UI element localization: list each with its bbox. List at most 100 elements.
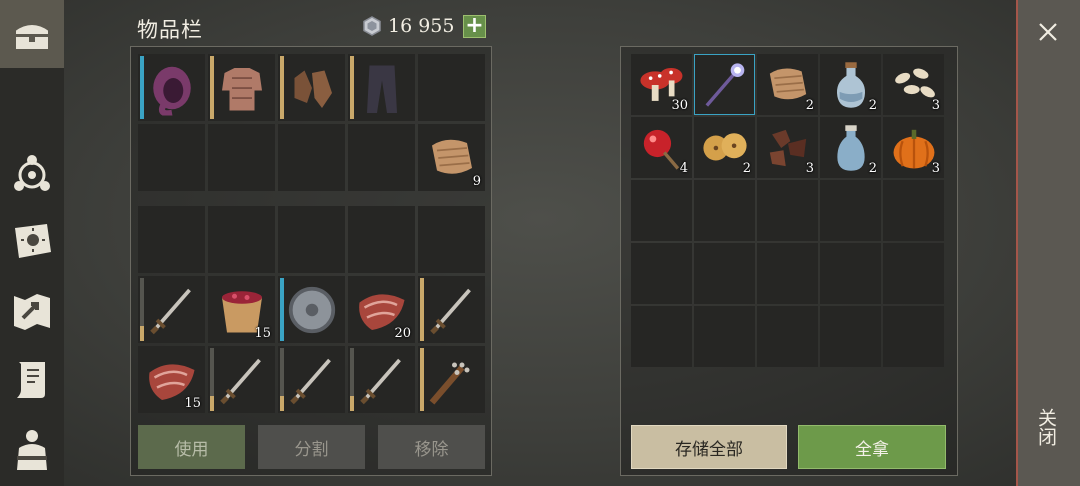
item-count: 3 (931, 98, 940, 113)
backpack-grid: 15 20 15 (138, 206, 485, 413)
inventory-slot[interactable] (883, 306, 944, 367)
inventory-slot[interactable] (694, 306, 755, 367)
close-label[interactable]: 关闭 (1035, 408, 1060, 446)
item-count: 15 (184, 396, 201, 411)
durability-bar (280, 278, 284, 341)
item-count: 9 (472, 174, 481, 189)
inventory-slot[interactable]: 4 (631, 117, 692, 178)
inventory-slot[interactable] (631, 306, 692, 367)
inventory-slot[interactable] (208, 124, 275, 191)
inventory-slot[interactable]: 15 (208, 276, 275, 343)
inventory-slot[interactable] (418, 346, 485, 413)
durability-bar (350, 56, 354, 119)
inventory-slot[interactable] (883, 180, 944, 241)
durability-bar (280, 56, 284, 119)
inventory-slot[interactable] (820, 306, 881, 367)
round-shield-icon (288, 286, 335, 333)
remove-button[interactable]: 移除 (378, 425, 485, 469)
item-count: 3 (931, 161, 940, 176)
item-count: 20 (394, 326, 411, 341)
page-title: 物品栏 (137, 18, 203, 42)
item-count: 2 (868, 98, 877, 113)
inventory-slot[interactable] (348, 346, 415, 413)
inventory-slot[interactable]: 2 (820, 117, 881, 178)
item-count: 2 (868, 161, 877, 176)
inventory-slot[interactable] (278, 124, 345, 191)
inventory-slot[interactable] (631, 180, 692, 241)
use-button[interactable]: 使用 (138, 425, 245, 469)
inventory-slot[interactable] (820, 243, 881, 304)
sidebar-item-map[interactable] (0, 280, 64, 342)
inventory-slot[interactable] (348, 54, 415, 121)
durability-bar (140, 56, 144, 119)
hood-icon (152, 66, 191, 115)
inventory-slot[interactable]: 3 (883, 54, 944, 115)
sword-icon (149, 288, 191, 334)
inventory-slot[interactable] (348, 206, 415, 273)
inventory-slot[interactable] (418, 276, 485, 343)
inventory-slot[interactable] (208, 206, 275, 273)
sidebar-item-character-equip[interactable] (0, 418, 64, 480)
item-count: 2 (742, 161, 751, 176)
inventory-slot[interactable] (757, 180, 818, 241)
inventory-slot[interactable] (278, 346, 345, 413)
inventory-slot[interactable] (208, 346, 275, 413)
durability-bar (210, 56, 214, 119)
inventory-slot[interactable]: 2 (694, 117, 755, 178)
sword-icon (289, 358, 331, 404)
sword-icon (359, 358, 401, 404)
inventory-slot[interactable] (138, 54, 205, 121)
equipment-grid: 9 (138, 54, 485, 191)
durability-bar (420, 348, 424, 411)
store-all-button[interactable]: 存储全部 (631, 425, 787, 469)
map-icon (14, 294, 50, 330)
durability-bar (140, 326, 144, 341)
inventory-slot[interactable] (138, 276, 205, 343)
sidebar-item-quests[interactable] (0, 348, 64, 410)
sidebar (0, 0, 64, 486)
inventory-slot[interactable]: 20 (348, 276, 415, 343)
inventory-slot[interactable] (418, 206, 485, 273)
inventory-slot[interactable] (208, 54, 275, 121)
sidebar-item-crafting[interactable] (0, 210, 64, 272)
inventory-slot[interactable]: 2 (757, 54, 818, 115)
inventory-slot[interactable] (278, 276, 345, 343)
inventory-slot[interactable] (348, 124, 415, 191)
inventory-slot[interactable]: 3 (883, 117, 944, 178)
sword-icon (219, 358, 261, 404)
inventory-slot[interactable] (757, 243, 818, 304)
inventory-slot[interactable] (694, 54, 755, 115)
inventory-slot[interactable] (138, 206, 205, 273)
close-icon[interactable] (1036, 20, 1060, 44)
durability-bar (210, 396, 214, 411)
inventory-slot[interactable] (694, 243, 755, 304)
inventory-slot[interactable] (278, 54, 345, 121)
inventory-slot[interactable]: 30 (631, 54, 692, 115)
inventory-slot[interactable] (418, 54, 485, 121)
inventory-slot[interactable] (138, 124, 205, 191)
inventory-slot[interactable] (631, 243, 692, 304)
item-count: 2 (805, 98, 814, 113)
inventory-slot[interactable] (757, 306, 818, 367)
inventory-slot[interactable] (820, 180, 881, 241)
currency-amount: 16 955 (388, 15, 455, 37)
sidebar-item-chest[interactable] (0, 4, 64, 66)
take-all-button[interactable]: 全拿 (798, 425, 946, 469)
gem-icon (363, 16, 381, 36)
durability-bar (280, 396, 284, 411)
inventory-slot[interactable] (278, 206, 345, 273)
spiked-club-icon (429, 362, 469, 405)
item-count: 3 (805, 161, 814, 176)
inventory-slot[interactable]: 2 (820, 54, 881, 115)
inventory-slot[interactable]: 15 (138, 346, 205, 413)
inventory-slot[interactable] (883, 243, 944, 304)
split-button[interactable]: 分割 (258, 425, 365, 469)
inventory-slot[interactable]: 9 (418, 124, 485, 191)
sidebar-item-character[interactable] (0, 144, 64, 206)
inventory-slot[interactable]: 3 (757, 117, 818, 178)
durability-bar (350, 396, 354, 411)
add-currency-button[interactable]: + (463, 15, 486, 38)
chest-icon (14, 23, 50, 51)
item-count: 30 (671, 98, 688, 113)
inventory-slot[interactable] (694, 180, 755, 241)
